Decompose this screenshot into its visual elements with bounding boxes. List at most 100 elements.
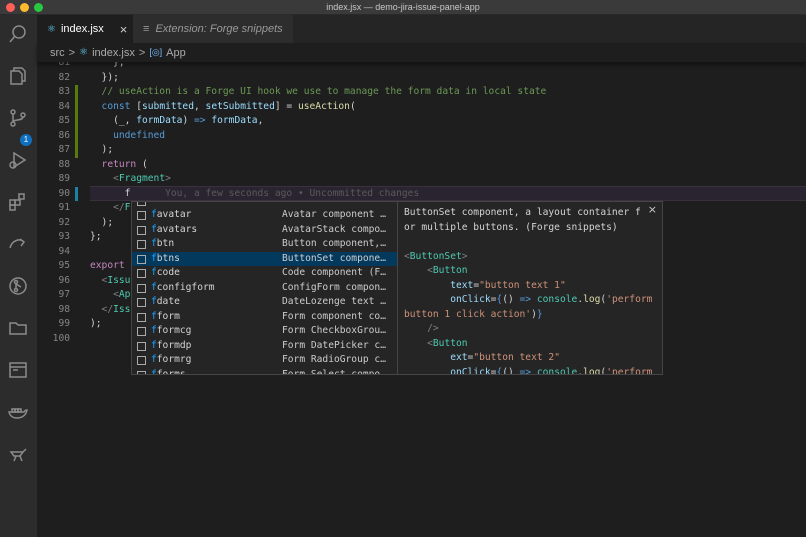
breadcrumb-folder[interactable]: src bbox=[50, 47, 65, 59]
source-control-icon[interactable] bbox=[7, 107, 29, 129]
remote-explorer-icon[interactable] bbox=[7, 233, 29, 255]
suggestion-item[interactable]: fformcg Form CheckboxGrou… bbox=[132, 324, 397, 339]
suggestion-detail: Button component,… bbox=[282, 238, 386, 249]
doc-line: text="button text 1" bbox=[404, 279, 656, 294]
code-token: </ bbox=[90, 202, 125, 213]
code-token: formData bbox=[136, 115, 183, 126]
suggestion-rest: forms bbox=[156, 368, 186, 375]
tab-index-jsx[interactable]: ⚛ index.jsx × bbox=[37, 15, 133, 43]
code-token: }; bbox=[90, 62, 125, 68]
doc-token: "button text 2" bbox=[473, 352, 560, 363]
breadcrumb-symbol[interactable]: App bbox=[166, 47, 186, 59]
code-line: <Fragment> bbox=[90, 172, 171, 187]
breadcrumb: src > ⚛ index.jsx > [◎] App bbox=[37, 43, 806, 62]
line-number: 90 bbox=[58, 187, 70, 199]
code-token: Iss bbox=[113, 303, 131, 315]
doc-token: console bbox=[531, 366, 578, 375]
suggestion-detail: Avatar component … bbox=[282, 209, 386, 220]
code-token: < bbox=[90, 289, 119, 300]
suggestion-detail: DateLozenge text … bbox=[282, 296, 386, 307]
docker-icon[interactable] bbox=[7, 401, 29, 423]
doc-token: } bbox=[536, 308, 543, 320]
browser-preview-icon[interactable] bbox=[7, 359, 29, 381]
explorer-files-icon[interactable] bbox=[7, 65, 29, 87]
tab-extension-forge-snippets[interactable]: ≡ Extension: Forge snippets bbox=[133, 15, 293, 43]
snippet-icon bbox=[137, 298, 146, 307]
suggestion-label: fformrg bbox=[151, 353, 191, 368]
suggestion-item[interactable]: fconfigform ConfigForm compon… bbox=[132, 281, 397, 296]
suggestion-label: fforms bbox=[151, 368, 186, 375]
gutter-added-marker bbox=[75, 85, 78, 158]
close-icon[interactable]: × bbox=[648, 203, 657, 218]
preview-icon: ≡ bbox=[143, 23, 150, 35]
tab-close-icon[interactable]: × bbox=[120, 22, 128, 37]
suggestion-item[interactable]: fform Form component co… bbox=[132, 310, 397, 325]
snippet-icon bbox=[137, 202, 146, 206]
code-token: export bbox=[90, 260, 125, 271]
tab-label: Extension: Forge snippets bbox=[155, 23, 283, 35]
doc-token: ButtonSet bbox=[409, 250, 462, 262]
breadcrumb-file[interactable]: index.jsx bbox=[92, 47, 135, 59]
doc-token: onClick bbox=[404, 366, 491, 375]
doc-token: log bbox=[583, 366, 601, 375]
doc-token: button 1 click action' bbox=[404, 308, 532, 320]
line-number: 94 bbox=[58, 245, 70, 257]
window-title: index.jsx — demo-jira-issue-panel-app bbox=[326, 2, 480, 12]
code-line: // useAction is a Forge UI hook we use t… bbox=[90, 85, 547, 100]
line-number: 96 bbox=[58, 274, 70, 286]
suggestion-item[interactable]: fbtns ButtonSet compone… bbox=[132, 251, 397, 266]
code-line: <Ap bbox=[90, 288, 130, 303]
doc-token: or multiple buttons. (Forge snippets) bbox=[404, 221, 618, 233]
snippet-icon bbox=[137, 341, 146, 351]
snippet-icon bbox=[137, 225, 146, 235]
line-number: 84 bbox=[58, 100, 70, 112]
suggestion-label: favatar bbox=[151, 208, 191, 223]
extensions-icon[interactable] bbox=[7, 191, 29, 213]
code-token: ] = bbox=[274, 100, 298, 112]
line-number: 82 bbox=[58, 71, 70, 83]
snippet-icon bbox=[137, 312, 146, 322]
react-file-icon: ⚛ bbox=[79, 47, 89, 58]
doc-token: => bbox=[519, 294, 532, 305]
suggestion-rest: avatars bbox=[156, 223, 198, 235]
code-line: export bbox=[90, 259, 125, 274]
breadcrumb-separator: > bbox=[138, 46, 146, 59]
line-number: 91 bbox=[58, 202, 70, 213]
suggestion-item[interactable]: fformdp Form DatePicker c… bbox=[132, 339, 397, 354]
run-debug-icon[interactable] bbox=[7, 149, 29, 171]
search-icon[interactable] bbox=[7, 23, 29, 45]
suggestion-detail: ConfigForm compon… bbox=[282, 281, 386, 293]
suggestion-item[interactable]: fdate DateLozenge text … bbox=[132, 295, 397, 310]
code-line: f You, a few seconds ago • Uncommitted c… bbox=[90, 187, 420, 202]
suggestion-item[interactable]: fformrg Form RadioGroup c… bbox=[132, 353, 397, 368]
gitlens-icon[interactable] bbox=[7, 275, 29, 297]
suggestion-item[interactable]: fbtn Button component,… bbox=[132, 237, 397, 252]
suggestion-detail: Code component (F… bbox=[282, 267, 386, 278]
snippet-icon bbox=[137, 370, 146, 374]
line-number: 99 bbox=[58, 318, 70, 329]
line-number: 92 bbox=[58, 216, 70, 228]
line-number: 85 bbox=[58, 115, 70, 126]
folder-icon[interactable] bbox=[7, 317, 29, 339]
code-token: }); bbox=[90, 71, 119, 83]
doc-line: /> bbox=[404, 322, 656, 337]
code-line: </F bbox=[90, 201, 130, 216]
doc-token: Button bbox=[432, 265, 468, 276]
code-token: }; bbox=[90, 231, 102, 242]
code-token: Fragment bbox=[118, 173, 166, 184]
suggestion-item[interactable]: favatar Avatar component … bbox=[132, 208, 397, 223]
doc-token: 'perform bbox=[606, 366, 653, 375]
doc-token: () bbox=[502, 294, 520, 305]
forge-icon[interactable] bbox=[7, 443, 29, 465]
suggestion-rest: formrg bbox=[156, 354, 192, 365]
suggestion-detail: AvatarStack compo… bbox=[282, 223, 386, 235]
doc-token: > bbox=[461, 250, 468, 262]
code-token: f bbox=[90, 187, 131, 199]
suggestion-item[interactable]: favatars AvatarStack compo… bbox=[132, 223, 397, 238]
suggestion-rest: form bbox=[156, 310, 180, 322]
doc-token: text bbox=[404, 279, 474, 291]
code-line: const [submitted, setSubmitted] = useAct… bbox=[90, 100, 356, 115]
suggestion-item[interactable]: fforms Form Select compo… bbox=[132, 368, 397, 375]
suggestion-item[interactable]: fcode Code component (F… bbox=[132, 266, 397, 281]
suggestion-detail: Form Select compo… bbox=[282, 368, 386, 375]
